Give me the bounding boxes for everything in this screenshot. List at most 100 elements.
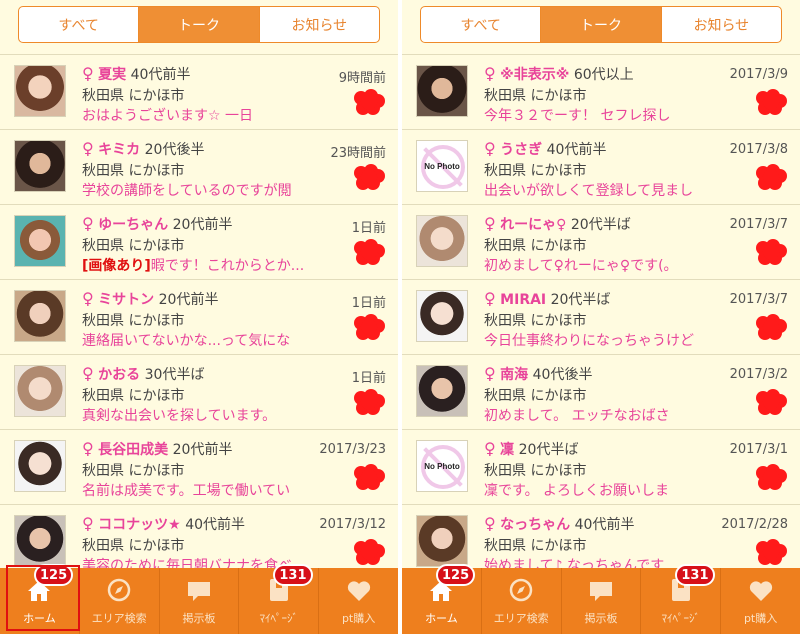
list-item[interactable]: ♀ キミカ 20代後半 秋田県 にかほ市 学校の講師をしているのですが閲 23時間前 bbox=[0, 130, 398, 205]
user-age: 40代前半 bbox=[546, 142, 607, 158]
list-item[interactable]: ♀ 長谷田成美 20代前半 秋田県 にかほ市 名前は成美です。工場で働いてい 2017… bbox=[0, 430, 398, 505]
nav-label: ﾏｲﾍﾟｰｼﾞ bbox=[661, 612, 701, 625]
list-item[interactable]: ♀ 南海 40代後半 秋田県 にかほ市 初めまして。 エッチなおばさ 2017/3/2 bbox=[402, 355, 800, 430]
message-text: 初めまして♀れーにゃ♀です(。 bbox=[484, 258, 678, 274]
tab-bar: すべて トーク お知らせ bbox=[420, 6, 782, 43]
nav-item-home[interactable]: 125 ホーム bbox=[402, 564, 482, 634]
nav-label: エリア検索 bbox=[91, 612, 147, 625]
list-item[interactable]: ♀ ゆーちゃん 20代前半 秋田県 にかほ市 [画像あり]暇です！これからとか...… bbox=[0, 205, 398, 280]
unread-mark-icon bbox=[352, 388, 386, 416]
nav-item-chat-bubble[interactable]: 掲示板 bbox=[160, 568, 240, 634]
nav-item-heart[interactable]: pt購入 bbox=[319, 568, 398, 634]
user-line: ♀ ※非表示※ 60代以上 bbox=[484, 64, 634, 84]
user-age: 40代前半 bbox=[130, 67, 191, 83]
message-preview: 学校の講師をしているのですが閲 bbox=[82, 180, 322, 200]
avatar bbox=[14, 440, 66, 492]
notification-badge: 131 bbox=[675, 564, 715, 586]
avatar bbox=[14, 65, 66, 117]
unread-mark-icon bbox=[754, 538, 788, 566]
tab-all[interactable]: すべて bbox=[19, 7, 140, 42]
user-location: 秋田県 にかほ市 bbox=[484, 463, 587, 479]
user-location: 秋田県 にかほ市 bbox=[82, 463, 185, 479]
nav-label: エリア検索 bbox=[493, 612, 549, 625]
user-line: ♀ ミサトン 20代前半 bbox=[82, 289, 218, 309]
female-icon: ♀ bbox=[82, 64, 94, 83]
screen-right: すべて トーク お知らせ ♀ ※非表示※ 60代以上 秋田県 にかほ市 今年３２でー… bbox=[402, 0, 800, 634]
tab-talk[interactable]: トーク bbox=[139, 7, 260, 42]
message-text: 凜です。 よろしくお願いしま bbox=[484, 483, 670, 499]
user-location: 秋田県 にかほ市 bbox=[484, 538, 587, 554]
list-item[interactable]: No Photo ♀ うさぎ 40代前半 秋田県 にかほ市 出会いが欲しくて登録して見… bbox=[402, 130, 800, 205]
tab-notice[interactable]: お知らせ bbox=[662, 7, 781, 42]
user-name: ココナッツ★ bbox=[98, 517, 181, 533]
nav-item-chat-bubble[interactable]: 掲示板 bbox=[562, 568, 642, 634]
female-icon: ♀ bbox=[484, 139, 496, 158]
user-name: 凜 bbox=[500, 442, 515, 458]
tab-notice[interactable]: お知らせ bbox=[260, 7, 379, 42]
unread-mark-icon bbox=[352, 538, 386, 566]
chat-bubble-icon bbox=[588, 579, 614, 610]
avatar bbox=[14, 290, 66, 342]
user-location: 秋田県 にかほ市 bbox=[484, 238, 587, 254]
bottom-nav: 125 ホーム エリア検索 掲示板 131 ﾏｲﾍﾟｰｼﾞ pt購入 bbox=[402, 564, 800, 634]
list-item[interactable]: ♀ 夏実 40代前半 秋田県 にかほ市 おはようございます☆ 一日 9時間前 bbox=[0, 55, 398, 130]
message-list: ♀ 夏実 40代前半 秋田県 にかほ市 おはようございます☆ 一日 9時間前 ♀ キミカ… bbox=[0, 54, 398, 580]
female-icon: ♀ bbox=[484, 289, 496, 308]
message-preview: 初めまして♀れーにゃ♀です(。 bbox=[484, 255, 724, 275]
list-item[interactable]: ♀ かおる 30代半ば 秋田県 にかほ市 真剣な出会いを探しています。 1日前 bbox=[0, 355, 398, 430]
unread-mark-icon bbox=[352, 163, 386, 191]
avatar bbox=[416, 215, 468, 267]
female-icon: ♀ bbox=[484, 64, 496, 83]
unread-mark-icon bbox=[754, 238, 788, 266]
user-age: 40代前半 bbox=[185, 517, 246, 533]
user-age: 40代前半 bbox=[574, 517, 635, 533]
nav-label: pt購入 bbox=[341, 612, 376, 625]
user-location: 秋田県 にかほ市 bbox=[484, 313, 587, 329]
tab-bar: すべて トーク お知らせ bbox=[18, 6, 380, 43]
tab-talk[interactable]: トーク bbox=[541, 7, 662, 42]
message-preview: おはようございます☆ 一日 bbox=[82, 105, 322, 125]
user-name: れーにゃ♀ bbox=[500, 217, 567, 233]
user-location: 秋田県 にかほ市 bbox=[82, 163, 185, 179]
user-location: 秋田県 にかほ市 bbox=[484, 388, 587, 404]
timestamp: 2017/3/7 bbox=[729, 292, 788, 307]
screen-left: すべて トーク お知らせ ♀ 夏実 40代前半 秋田県 にかほ市 おはようございます… bbox=[0, 0, 398, 634]
avatar bbox=[14, 140, 66, 192]
list-item[interactable]: No Photo ♀ 凜 20代半ば 秋田県 にかほ市 凜です。 よろしくお願いしま 2… bbox=[402, 430, 800, 505]
list-item[interactable]: ♀ ミサトン 20代前半 秋田県 にかほ市 連絡届いてないかな...って気にな 1日前 bbox=[0, 280, 398, 355]
user-location: 秋田県 にかほ市 bbox=[82, 313, 185, 329]
list-item[interactable]: ♀ ※非表示※ 60代以上 秋田県 にかほ市 今年３２でーす！ セフレ探し 2017/… bbox=[402, 55, 800, 130]
message-text: 暇です！これからとか... bbox=[150, 258, 305, 274]
user-age: 20代半ば bbox=[550, 292, 611, 308]
nav-item-compass[interactable]: エリア検索 bbox=[482, 568, 562, 634]
nav-item-home[interactable]: 125 ホーム bbox=[0, 564, 80, 634]
nav-item-heart[interactable]: pt購入 bbox=[721, 568, 800, 634]
nav-item-mypage[interactable]: 131 ﾏｲﾍﾟｰｼﾞ bbox=[239, 564, 320, 634]
timestamp: 2017/3/7 bbox=[729, 217, 788, 232]
female-icon: ♀ bbox=[484, 214, 496, 233]
list-item[interactable]: ♀ れーにゃ♀ 20代半ば秋田県 にかほ市初めまして♀れーにゃ♀です(。 2017… bbox=[402, 205, 800, 280]
user-name: ゆーちゃん bbox=[98, 217, 169, 233]
female-icon: ♀ bbox=[82, 139, 94, 158]
nav-item-mypage[interactable]: 131 ﾏｲﾍﾟｰｼﾞ bbox=[641, 564, 722, 634]
user-age: 40代後半 bbox=[532, 367, 593, 383]
list-item[interactable]: ♀ MIRAI 20代半ば 秋田県 にかほ市 今日仕事終わりになっちゃうけど 2017… bbox=[402, 280, 800, 355]
message-text: 連絡届いてないかな...って気にな bbox=[82, 333, 291, 349]
user-line: ♀ れーにゃ♀ 20代半ば bbox=[484, 214, 631, 234]
user-age: 30代半ば bbox=[144, 367, 205, 383]
unread-mark-icon bbox=[352, 463, 386, 491]
user-age: 20代後半 bbox=[144, 142, 205, 158]
female-icon: ♀ bbox=[82, 364, 94, 383]
user-age: 20代半ば bbox=[570, 217, 631, 233]
message-preview: 連絡届いてないかな...って気にな bbox=[82, 330, 322, 350]
tab-all[interactable]: すべて bbox=[421, 7, 542, 42]
nav-item-compass[interactable]: エリア検索 bbox=[80, 568, 160, 634]
message-text: 学校の講師をしているのですが閲 bbox=[82, 183, 292, 199]
unread-mark-icon bbox=[352, 313, 386, 341]
message-preview: 出会いが欲しくて登録して見まし bbox=[484, 180, 724, 200]
user-location: 秋田県 にかほ市 bbox=[82, 238, 185, 254]
timestamp: 2017/3/12 bbox=[319, 517, 386, 532]
user-location: 秋田県 にかほ市 bbox=[82, 538, 185, 554]
avatar bbox=[14, 515, 66, 567]
user-name: 夏実 bbox=[98, 67, 127, 83]
